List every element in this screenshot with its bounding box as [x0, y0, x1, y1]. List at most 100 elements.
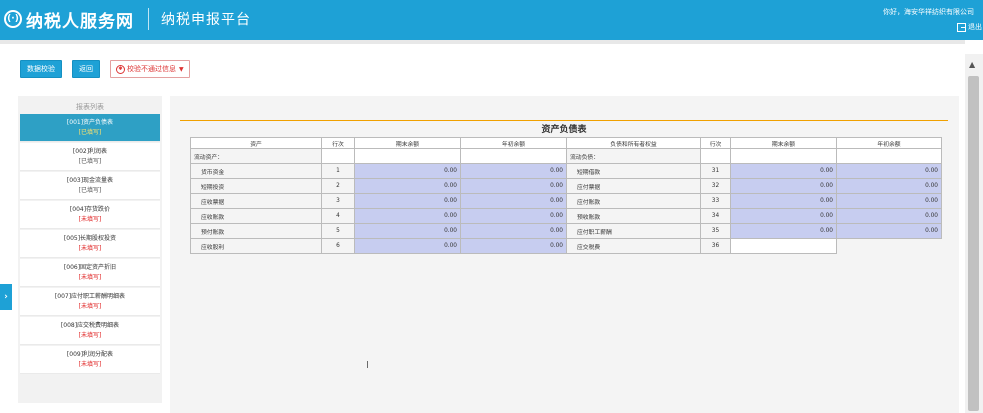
line-number: 4 — [321, 208, 355, 224]
report-list-item[interactable]: [005]长期股权投资 [未填写] — [20, 230, 160, 258]
report-item-status: [未填写] — [78, 332, 102, 339]
report-item-label: [002]利润表 — [72, 148, 108, 155]
warning-icon: ✱ — [116, 64, 125, 74]
line-number: 2 — [321, 178, 355, 194]
table-row: 预付账款 5 0.00 0.00 应付职工薪酬 35 0.00 0.00 — [190, 223, 942, 239]
liability-name: 应交税费 — [566, 238, 701, 254]
report-list-item[interactable]: [009]利润分配表 [未填写] — [20, 346, 160, 374]
report-list-item[interactable]: [008]应交税费明细表 [未填写] — [20, 317, 160, 345]
chevron-right-icon: › — [4, 292, 8, 302]
report-item-label: [009]利润分配表 — [66, 351, 114, 358]
report-item-status: [已填写] — [78, 187, 102, 194]
asset-end-balance-input[interactable]: 0.00 — [354, 178, 461, 194]
asset-end-balance-input[interactable]: 0.00 — [354, 208, 461, 224]
report-item-label: [001]资产负债表 — [66, 119, 114, 126]
liability-begin-balance-input[interactable]: 0.00 — [836, 178, 942, 194]
balance-sheet: 资产负债表 — [180, 120, 948, 137]
validation-errors-dropdown[interactable]: ✱ 校验不通过信息 ▼ — [110, 60, 190, 78]
liability-begin-balance-input[interactable]: 0.00 — [836, 163, 942, 179]
asset-begin-balance-input[interactable]: 0.00 — [460, 163, 567, 179]
table-row: 应收账款 4 0.00 0.00 预收账款 34 0.00 0.00 — [190, 208, 942, 224]
report-list: [001]资产负债表 [已填写] [002]利润表 [已填写] [003]现金流量表 [已… — [20, 114, 160, 374]
line-number: 32 — [700, 178, 731, 194]
asset-name: 货币资金 — [190, 163, 322, 179]
liability-end-balance-input[interactable]: 0.00 — [730, 163, 837, 179]
platform-name: 纳税申报平台 — [161, 12, 251, 28]
report-list-item[interactable]: [004]存货跌价 [未填写] — [20, 201, 160, 229]
report-item-label: [006]固定资产折旧 — [63, 264, 117, 271]
report-list-item[interactable]: [001]资产负债表 [已填写] — [20, 114, 160, 142]
line-number: 34 — [700, 208, 731, 224]
sheet-title: 资产负债表 — [541, 125, 587, 135]
report-item-label: [003]现金流量表 — [66, 177, 114, 184]
liability-name: 预收账款 — [566, 208, 701, 224]
liability-end-balance-input[interactable]: 0.00 — [730, 193, 837, 209]
asset-end-balance-input[interactable]: 0.00 — [354, 238, 461, 254]
asset-begin-balance-input[interactable]: 0.00 — [460, 223, 567, 239]
header-divider — [148, 8, 149, 30]
liability-begin-balance-input[interactable]: 0.00 — [836, 208, 942, 224]
col-header-line: 行次 — [700, 137, 731, 149]
report-list-title: 报表列表 — [76, 103, 104, 111]
liability-begin-balance-input[interactable]: 0.00 — [836, 223, 942, 239]
back-button[interactable]: 返回 — [72, 60, 100, 78]
asset-end-balance-input[interactable]: 0.00 — [354, 223, 461, 239]
line-number: 1 — [321, 163, 355, 179]
asset-begin-balance-input[interactable]: 0.00 — [460, 178, 567, 194]
report-item-status: [未填写] — [78, 303, 102, 310]
col-header-begin-balance: 年初余额 — [836, 137, 942, 149]
site-logo[interactable]: (·) 纳税人服务网 纳税申报平台 — [4, 5, 251, 33]
chevron-down-icon: ▼ — [179, 65, 184, 73]
brand-name: 纳税人服务网 — [26, 11, 134, 32]
report-list-item[interactable]: [007]应付职工薪酬明细表 [未填写] — [20, 288, 160, 316]
report-list-panel: 报表列表 [001]资产负债表 [已填写] [002]利润表 [已填写] [003]现金… — [18, 96, 162, 403]
col-header-end-balance: 期末余额 — [354, 137, 461, 149]
table-row: 短期投资 2 0.00 0.00 应付票据 32 0.00 0.00 — [190, 178, 942, 194]
asset-end-balance-input[interactable]: 0.00 — [354, 163, 461, 179]
section-label: 流动资产： — [190, 148, 322, 164]
asset-name: 应收股利 — [190, 238, 322, 254]
liability-end-balance-input[interactable]: 0.00 — [730, 208, 837, 224]
line-number: 33 — [700, 193, 731, 209]
liability-begin-balance-input — [837, 239, 942, 254]
report-list-item[interactable]: [002]利润表 [已填写] — [20, 143, 160, 171]
col-header-liabilities: 负债和所有者权益 — [566, 137, 701, 149]
line-number: 36 — [700, 238, 731, 254]
vertical-scrollbar[interactable]: ▲ — [965, 54, 983, 413]
section-row: 流动资产： 流动负债： — [190, 148, 942, 164]
liability-end-balance-input[interactable]: 0.00 — [730, 178, 837, 194]
col-header-begin-balance: 年初余额 — [460, 137, 567, 149]
line-number: 3 — [321, 193, 355, 209]
report-item-label: [004]存货跌价 — [69, 206, 111, 213]
asset-name: 短期投资 — [190, 178, 322, 194]
report-item-label: [008]应交税费明细表 — [60, 322, 120, 329]
logout-button[interactable]: 退出 — [957, 22, 983, 32]
asset-end-balance-input[interactable]: 0.00 — [354, 193, 461, 209]
table-header-row: 资产 行次 期末余额 年初余额 负债和所有者权益 行次 期末余额 年初余额 — [190, 137, 942, 149]
liability-name: 短期借款 — [566, 163, 701, 179]
asset-begin-balance-input[interactable]: 0.00 — [460, 208, 567, 224]
liability-end-balance-input[interactable] — [730, 238, 837, 254]
balance-sheet-table: 资产 行次 期末余额 年初余额 负债和所有者权益 行次 期末余额 年初余额 流动… — [190, 137, 942, 254]
validation-errors-label: 校验不通过信息 — [127, 65, 176, 73]
text-cursor-icon: I — [366, 360, 369, 371]
validate-data-button[interactable]: 数据校验 — [20, 60, 62, 78]
top-header: (·) 纳税人服务网 纳税申报平台 你好，海安华祥纺织有限公司 退出 — [0, 0, 983, 40]
report-item-status: [未填写] — [78, 361, 102, 368]
liability-name: 应付票据 — [566, 178, 701, 194]
liability-begin-balance-input[interactable]: 0.00 — [836, 193, 942, 209]
report-list-item[interactable]: [003]现金流量表 [已填写] — [20, 172, 160, 200]
liability-end-balance-input[interactable]: 0.00 — [730, 223, 837, 239]
report-item-label: [007]应付职工薪酬明细表 — [54, 293, 126, 300]
table-row: 应收票据 3 0.00 0.00 应付账款 33 0.00 0.00 — [190, 193, 942, 209]
report-item-label: [005]长期股权投资 — [63, 235, 117, 242]
col-header-end-balance: 期末余额 — [730, 137, 837, 149]
report-list-item[interactable]: [006]固定资产折旧 [未填写] — [20, 259, 160, 287]
scroll-up-icon[interactable]: ▲ — [969, 60, 975, 69]
action-toolbar: 数据校验 返回 ✱ 校验不通过信息 ▼ — [20, 60, 190, 80]
sidebar-toggle-button[interactable]: › — [0, 284, 12, 310]
logout-icon — [957, 22, 966, 32]
scroll-thumb[interactable] — [968, 76, 979, 411]
asset-begin-balance-input[interactable]: 0.00 — [460, 238, 567, 254]
asset-begin-balance-input[interactable]: 0.00 — [460, 193, 567, 209]
